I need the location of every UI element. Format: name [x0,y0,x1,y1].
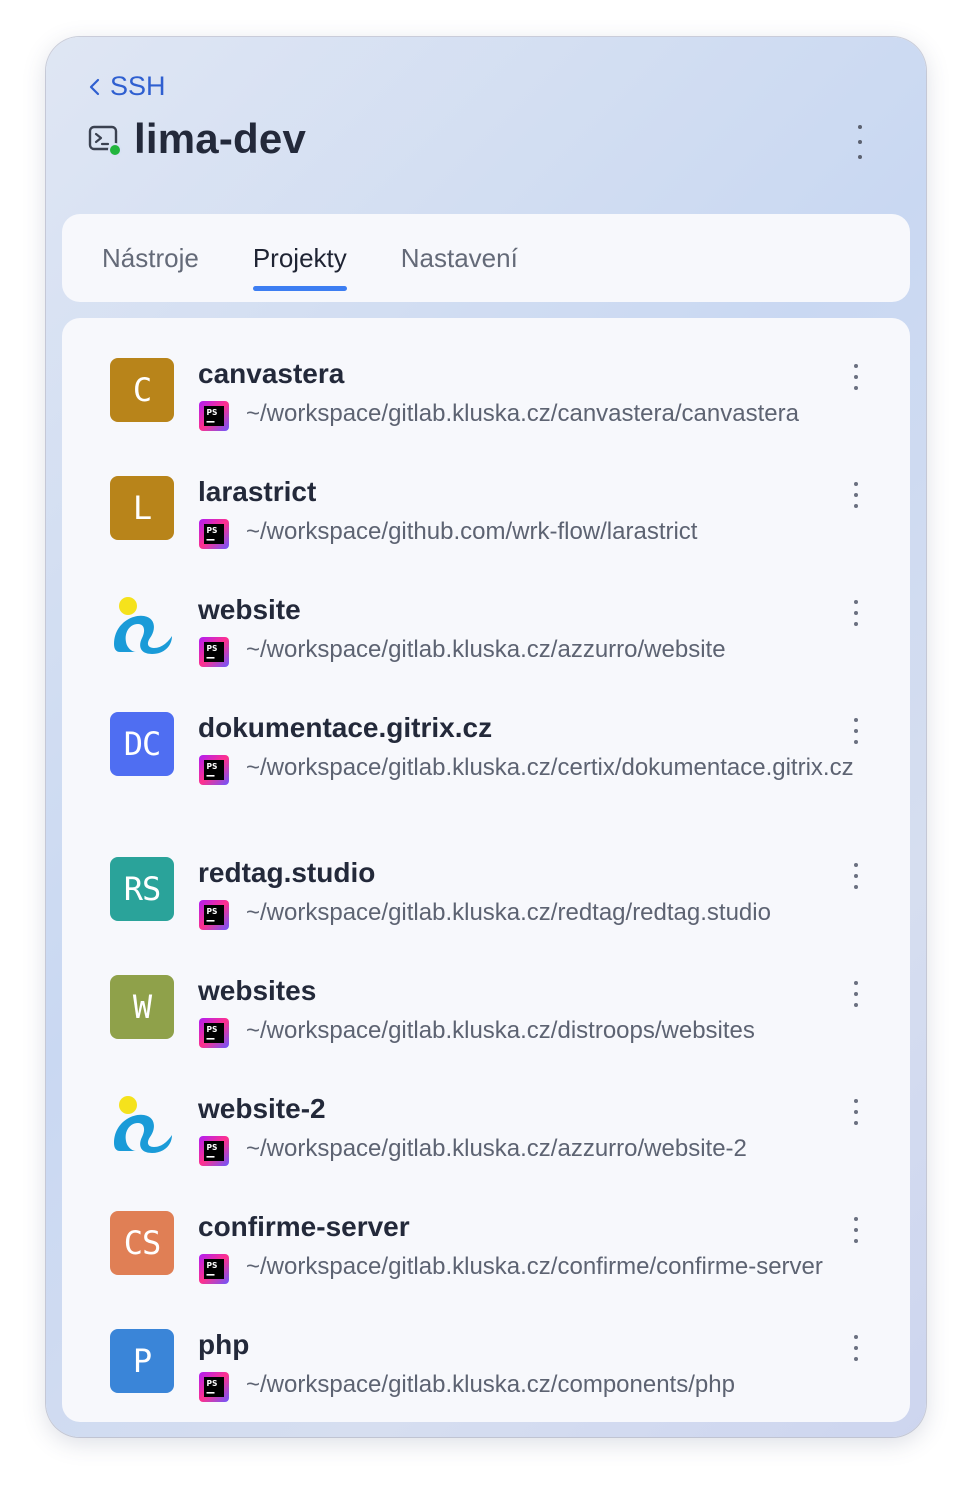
app-window: SSH lima-dev Nástroje Projekty Nastavení [46,37,926,1437]
row-more-icon[interactable] [846,718,866,744]
phpstorm-icon[interactable]: PS [198,636,230,668]
tab-projekty[interactable]: Projekty [252,242,347,291]
page-header: lima-dev [88,115,306,163]
phpstorm-icon[interactable]: PS [198,754,230,786]
project-avatar: P [110,1329,174,1393]
row-more-icon[interactable] [846,600,866,626]
project-path: ~/workspace/gitlab.kluska.cz/certix/doku… [246,754,854,781]
project-path: ~/workspace/gitlab.kluska.cz/redtag/redt… [246,899,771,926]
row-more-icon[interactable] [846,981,866,1007]
phpstorm-icon[interactable]: PS [198,518,230,550]
svg-text:PS: PS [207,907,218,916]
row-more-icon[interactable] [846,482,866,508]
terminal-icon [88,123,122,157]
project-name: confirme-server [198,1211,410,1242]
svg-text:PS: PS [207,762,218,771]
project-avatar: L [110,476,174,540]
svg-text:PS: PS [207,644,218,653]
svg-text:PS: PS [207,1143,218,1152]
phpstorm-icon[interactable]: PS [198,1017,230,1049]
project-path: ~/workspace/github.com/wrk-flow/larastri… [246,518,698,545]
svg-text:PS: PS [207,1379,218,1388]
project-name: canvastera [198,358,345,389]
tab-label: Projekty [252,242,347,273]
tab-nastaveni[interactable]: Nastavení [401,243,518,274]
tab-label: Nástroje [102,242,199,273]
row-more-icon[interactable] [846,1335,866,1361]
project-path: ~/workspace/gitlab.kluska.cz/canvastera/… [246,400,799,427]
project-avatar: C [110,358,174,422]
tab-label: Nastavení [400,242,518,273]
tab-nastroje[interactable]: Nástroje [102,243,199,274]
project-path: ~/workspace/gitlab.kluska.cz/confirme/co… [246,1253,823,1280]
svg-text:PS: PS [207,408,218,417]
online-status-dot [108,143,122,157]
chevron-left-icon [89,78,100,95]
project-name: dokumentace.gitrix.cz [198,712,493,743]
project-name: website [198,594,301,625]
phpstorm-icon[interactable]: PS [198,400,230,432]
svg-text:PS: PS [207,1025,218,1034]
project-name: websites [198,975,317,1006]
project-path: ~/workspace/gitlab.kluska.cz/distroops/w… [246,1017,755,1044]
phpstorm-icon[interactable]: PS [198,1371,230,1403]
azzurro-logo-icon [110,594,174,658]
row-more-icon[interactable] [846,863,866,889]
project-avatar: W [110,975,174,1039]
more-options-icon[interactable] [850,125,870,159]
project-avatar: CS [110,1211,174,1275]
page-title: lima-dev [134,115,306,162]
project-path: ~/workspace/gitlab.kluska.cz/components/… [246,1371,735,1398]
project-path: ~/workspace/gitlab.kluska.cz/azzurro/web… [246,1135,747,1162]
project-list: C canvastera PS ~/workspace/gitlab.klusk… [62,318,910,1422]
phpstorm-icon[interactable]: PS [198,1253,230,1285]
row-more-icon[interactable] [846,1099,866,1125]
project-path: ~/workspace/gitlab.kluska.cz/azzurro/web… [246,636,726,663]
project-name: larastrict [198,476,317,507]
svg-text:PS: PS [207,1261,218,1270]
project-name: php [198,1329,250,1360]
active-tab-indicator [252,285,347,291]
project-name: website-2 [198,1093,326,1124]
back-link[interactable]: SSH [88,71,166,102]
phpstorm-icon[interactable]: PS [198,1135,230,1167]
back-link-label: SSH [110,71,166,101]
azzurro-logo-icon [110,1093,174,1157]
project-name: redtag.studio [198,857,376,888]
svg-text:PS: PS [207,526,218,535]
phpstorm-icon[interactable]: PS [198,899,230,931]
project-avatar: RS [110,857,174,921]
tab-bar: Nástroje Projekty Nastavení [62,214,910,302]
project-avatar: DC [110,712,174,776]
row-more-icon[interactable] [846,364,866,390]
row-more-icon[interactable] [846,1217,866,1243]
